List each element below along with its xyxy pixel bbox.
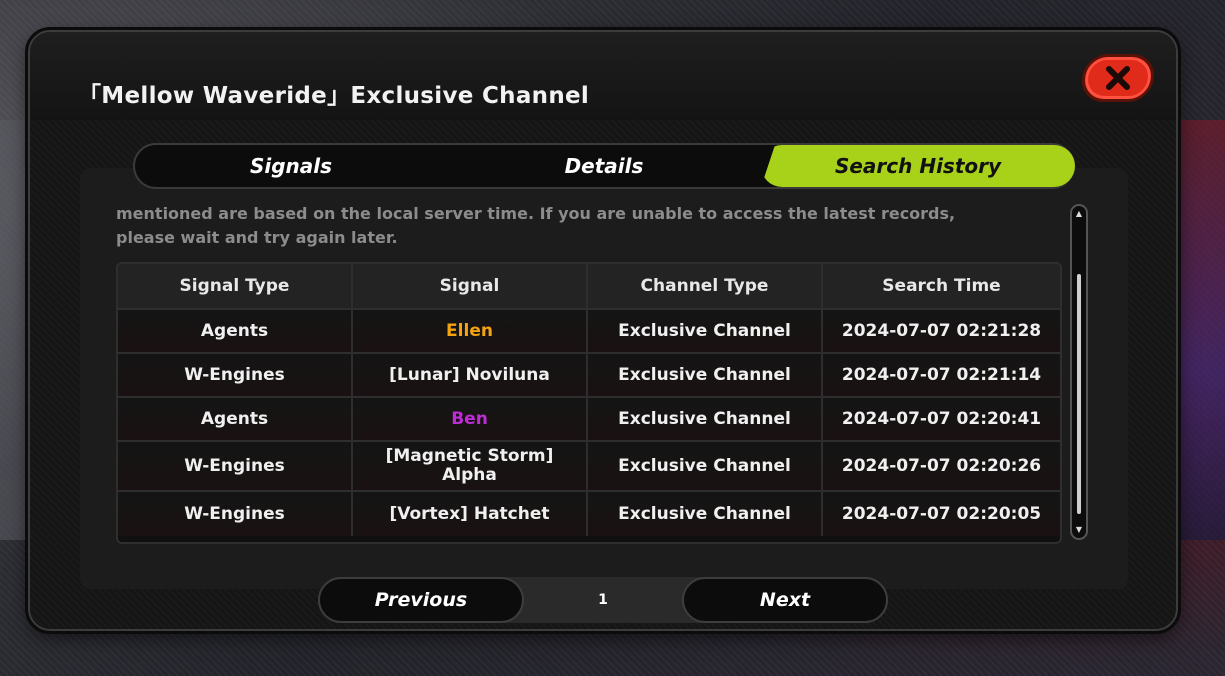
cell-search-time: 2024-07-07 02:21:14 (823, 354, 1060, 396)
table-row: W-Engines [Vortex] Hatchet Exclusive Cha… (118, 492, 1060, 536)
dialog-title: 「Mellow Waveride」Exclusive Channel (78, 83, 590, 109)
cell-signal-type: Agents (118, 398, 353, 440)
cell-signal-type: Agents (118, 310, 353, 352)
table-row: W-Engines [Magnetic Storm] Alpha Exclusi… (118, 442, 1060, 492)
notice-line-2: please wait and try again later. (116, 228, 398, 247)
search-history-table: Signal Type Signal Channel Type Search T… (116, 262, 1062, 544)
cell-signal-line-1: [Magnetic Storm] (385, 446, 554, 466)
scroll-up-arrow-icon[interactable]: ▲ (1075, 210, 1083, 218)
cell-signal-type: W-Engines (118, 354, 353, 396)
notice-text: mentioned are based on the local server … (116, 202, 1076, 250)
table-row: Agents Ben Exclusive Channel 2024-07-07 … (118, 398, 1060, 442)
cell-signal-line-2: Alpha (442, 465, 497, 485)
cell-channel-type: Exclusive Channel (588, 442, 823, 490)
table-header-row: Signal Type Signal Channel Type Search T… (118, 264, 1060, 310)
pagination: Previous 1 Next (318, 577, 888, 623)
next-button[interactable]: Next (682, 577, 888, 623)
notice-line-1: mentioned are based on the local server … (116, 204, 956, 223)
tab-details[interactable]: Details (447, 145, 761, 187)
cell-channel-type: Exclusive Channel (588, 492, 823, 536)
cell-signal: Ben (353, 398, 588, 440)
cell-channel-type: Exclusive Channel (588, 398, 823, 440)
table-row: W-Engines [Lunar] Noviluna Exclusive Cha… (118, 354, 1060, 398)
tab-bar: Signals Details Search History (133, 143, 1075, 189)
page-number: 1 (598, 592, 608, 608)
tab-signals[interactable]: Signals (135, 145, 447, 187)
close-x-icon (1106, 66, 1130, 90)
cell-signal: [Lunar] Noviluna (353, 354, 588, 396)
cell-channel-type: Exclusive Channel (588, 310, 823, 352)
cell-search-time: 2024-07-07 02:20:05 (823, 492, 1060, 536)
cell-signal-type: W-Engines (118, 442, 353, 490)
cell-search-time: 2024-07-07 02:20:26 (823, 442, 1060, 490)
header-channel-type: Channel Type (588, 264, 823, 308)
cell-signal-type: W-Engines (118, 492, 353, 536)
scrollbar[interactable]: ▲ ▼ (1070, 204, 1088, 540)
table-row: Agents Ellen Exclusive Channel 2024-07-0… (118, 310, 1060, 354)
header-search-time: Search Time (823, 264, 1060, 308)
tab-search-history[interactable]: Search History (761, 145, 1075, 187)
cell-search-time: 2024-07-07 02:20:41 (823, 398, 1060, 440)
cell-signal: [Vortex] Hatchet (353, 492, 588, 536)
previous-button[interactable]: Previous (318, 577, 524, 623)
exclusive-channel-dialog: 「Mellow Waveride」Exclusive Channel Signa… (28, 30, 1178, 631)
cell-search-time: 2024-07-07 02:21:28 (823, 310, 1060, 352)
header-signal: Signal (353, 264, 588, 308)
scrollbar-thumb[interactable] (1077, 274, 1081, 514)
background-art-left (0, 120, 30, 540)
cell-signal: Ellen (353, 310, 588, 352)
header-signal-type: Signal Type (118, 264, 353, 308)
cell-signal: [Magnetic Storm] Alpha (353, 442, 588, 490)
scroll-down-arrow-icon[interactable]: ▼ (1075, 526, 1083, 534)
cell-channel-type: Exclusive Channel (588, 354, 823, 396)
